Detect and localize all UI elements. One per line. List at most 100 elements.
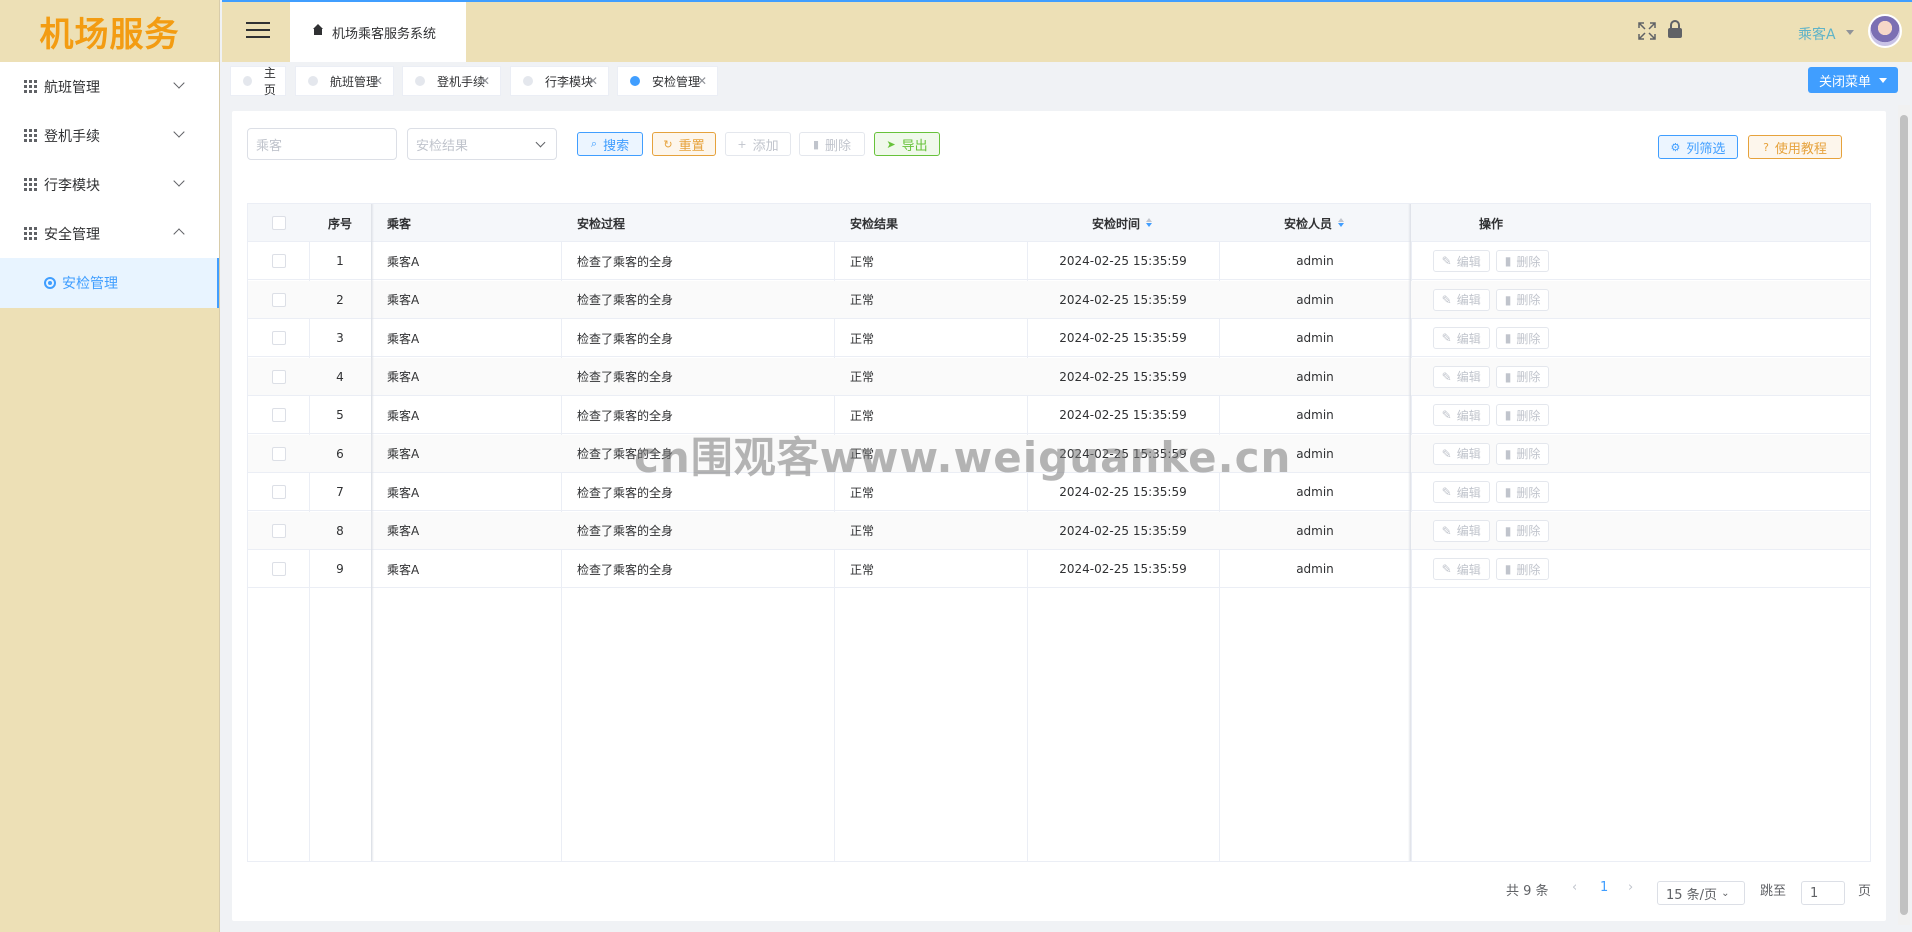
edit-label: 编辑: [1456, 293, 1481, 307]
delete-button[interactable]: ▮ 删除: [1495, 558, 1550, 580]
trash-icon: ▮: [1504, 446, 1512, 461]
delete-label: 删除: [1516, 524, 1541, 538]
edit-button[interactable]: ✎ 编辑: [1432, 250, 1490, 272]
prev-page-icon[interactable]: ‹: [1572, 880, 1577, 895]
delete-button[interactable]: ▮ 删除: [1495, 404, 1550, 426]
jump-page-value: 1: [1810, 885, 1819, 901]
cell-result: 正常: [850, 331, 875, 346]
close-icon[interactable]: ✕: [697, 74, 707, 88]
current-page[interactable]: 1: [1600, 880, 1608, 895]
close-icon[interactable]: ✕: [480, 74, 490, 88]
tags-bar: 关闭菜单 主页 航班管理 ✕ 登机手续 ✕ 行李模块 ✕ 安检管理 ✕: [222, 62, 1912, 102]
search-button[interactable]: ⌕ 搜索: [577, 132, 643, 156]
cell-actions: ✎ 编辑 ▮ 删除: [1411, 242, 1571, 280]
system-title: 机场乘客服务系统: [332, 26, 437, 42]
edit-button[interactable]: ✎ 编辑: [1432, 288, 1490, 311]
result-select[interactable]: 安检结果: [407, 128, 557, 160]
row-checkbox[interactable]: [271, 292, 286, 307]
app-logo: 机场服务: [0, 0, 219, 62]
sort-icon[interactable]: [1338, 218, 1346, 228]
row-checkbox[interactable]: [271, 485, 286, 499]
next-page-icon[interactable]: ›: [1628, 880, 1633, 895]
jump-page-input[interactable]: 1: [1801, 881, 1845, 905]
tab-flight[interactable]: 航班管理 ✕: [295, 66, 394, 96]
status-dot: [630, 76, 640, 86]
batch-delete-button[interactable]: ▮ 删除: [799, 132, 865, 156]
page-size-select[interactable]: 15 条/页 ⌄: [1657, 881, 1745, 905]
row-checkbox[interactable]: [271, 446, 286, 461]
sidebar-item-flight[interactable]: 航班管理: [0, 62, 219, 111]
trash-icon: ▮: [1504, 408, 1512, 422]
status-dot: [415, 76, 425, 86]
cell-process: 检查了乘客的全身: [577, 331, 674, 346]
row-checkbox[interactable]: [271, 331, 286, 345]
tab-checkin[interactable]: 登机手续 ✕: [402, 66, 501, 96]
tab-security[interactable]: 安检管理 ✕: [617, 66, 718, 96]
row-checkbox[interactable]: [271, 408, 286, 422]
row-select-cell: [248, 473, 309, 511]
home-breadcrumb[interactable]: 机场乘客服务系统: [290, 2, 466, 62]
edit-button[interactable]: ✎ 编辑: [1432, 519, 1490, 542]
tab-baggage[interactable]: 行李模块 ✕: [510, 66, 609, 96]
close-icon[interactable]: ✕: [373, 74, 383, 88]
sort-icon[interactable]: [1146, 218, 1154, 228]
tutorial-button[interactable]: ? 使用教程: [1748, 135, 1842, 159]
export-button[interactable]: ➤ 导出: [874, 132, 940, 156]
reset-button[interactable]: ↻ 重置: [652, 132, 716, 156]
cell-no: 3: [336, 331, 344, 345]
delete-button[interactable]: ▮ 删除: [1495, 519, 1550, 542]
user-dropdown-icon[interactable]: [1846, 30, 1854, 35]
cell-result: 正常: [850, 370, 875, 384]
close-menu-button[interactable]: 关闭菜单: [1808, 67, 1898, 93]
edit-button[interactable]: ✎ 编辑: [1432, 404, 1490, 426]
header-actions: 操作: [1411, 204, 1571, 242]
close-icon[interactable]: ✕: [588, 74, 598, 88]
scrollbar-thumb[interactable]: [1900, 115, 1908, 915]
column-filter-button[interactable]: ⚙ 列筛选: [1658, 135, 1738, 159]
grid-icon: [24, 226, 38, 241]
fullscreen-icon[interactable]: [1638, 22, 1656, 40]
user-name[interactable]: 乘客A: [1798, 24, 1836, 44]
cell-time: 2024-02-25 15:35:59: [1059, 331, 1187, 345]
edit-label: 编辑: [1456, 331, 1481, 346]
passenger-search-input[interactable]: 乘客: [247, 128, 397, 160]
hamburger-menu-icon[interactable]: [246, 22, 270, 40]
tab-home[interactable]: 主页: [230, 66, 286, 97]
sidebar-item-security[interactable]: 安全管理: [0, 209, 219, 258]
sidebar-subitem-security-check[interactable]: 安检管理: [0, 258, 219, 308]
cell-process: 检查了乘客的全身: [577, 562, 674, 577]
sidebar-item-checkin[interactable]: 登机手续: [0, 111, 219, 160]
sidebar-item-baggage[interactable]: 行李模块: [0, 160, 219, 209]
header-label: 安检结果: [850, 216, 899, 231]
cell-actions: ✎ 编辑 ▮ 删除: [1411, 435, 1571, 473]
avatar[interactable]: [1868, 14, 1902, 48]
cell-no: 2: [336, 292, 344, 307]
delete-button[interactable]: ▮ 删除: [1495, 442, 1550, 465]
jump-label: 跳至: [1760, 884, 1787, 899]
row-select-cell: [248, 358, 309, 396]
delete-button[interactable]: ▮ 删除: [1495, 365, 1550, 388]
grid-icon: [24, 177, 38, 192]
edit-button[interactable]: ✎ 编辑: [1432, 558, 1490, 580]
row-checkbox[interactable]: [271, 369, 286, 384]
delete-label: 删除: [1516, 331, 1541, 346]
edit-button[interactable]: ✎ 编辑: [1432, 365, 1490, 388]
page-scrollbar[interactable]: [1898, 105, 1910, 925]
tutorial-label: 使用教程: [1774, 141, 1827, 157]
row-checkbox[interactable]: [271, 562, 286, 576]
add-button[interactable]: + 添加: [725, 132, 791, 156]
row-checkbox[interactable]: [271, 523, 286, 538]
delete-button[interactable]: ▮ 删除: [1495, 288, 1550, 311]
chevron-up-icon: [173, 228, 185, 240]
edit-button[interactable]: ✎ 编辑: [1432, 442, 1490, 465]
delete-button[interactable]: ▮ 删除: [1495, 250, 1550, 272]
edit-button[interactable]: ✎ 编辑: [1432, 481, 1490, 503]
delete-button[interactable]: ▮ 删除: [1495, 481, 1550, 503]
select-all-checkbox[interactable]: [271, 216, 286, 230]
edit-button[interactable]: ✎ 编辑: [1432, 327, 1490, 349]
tab-label: 航班管理: [330, 74, 379, 89]
trash-icon: ▮: [1504, 562, 1512, 576]
lock-icon[interactable]: [1668, 20, 1682, 40]
row-checkbox[interactable]: [271, 254, 286, 268]
delete-button[interactable]: ▮ 删除: [1495, 327, 1550, 349]
